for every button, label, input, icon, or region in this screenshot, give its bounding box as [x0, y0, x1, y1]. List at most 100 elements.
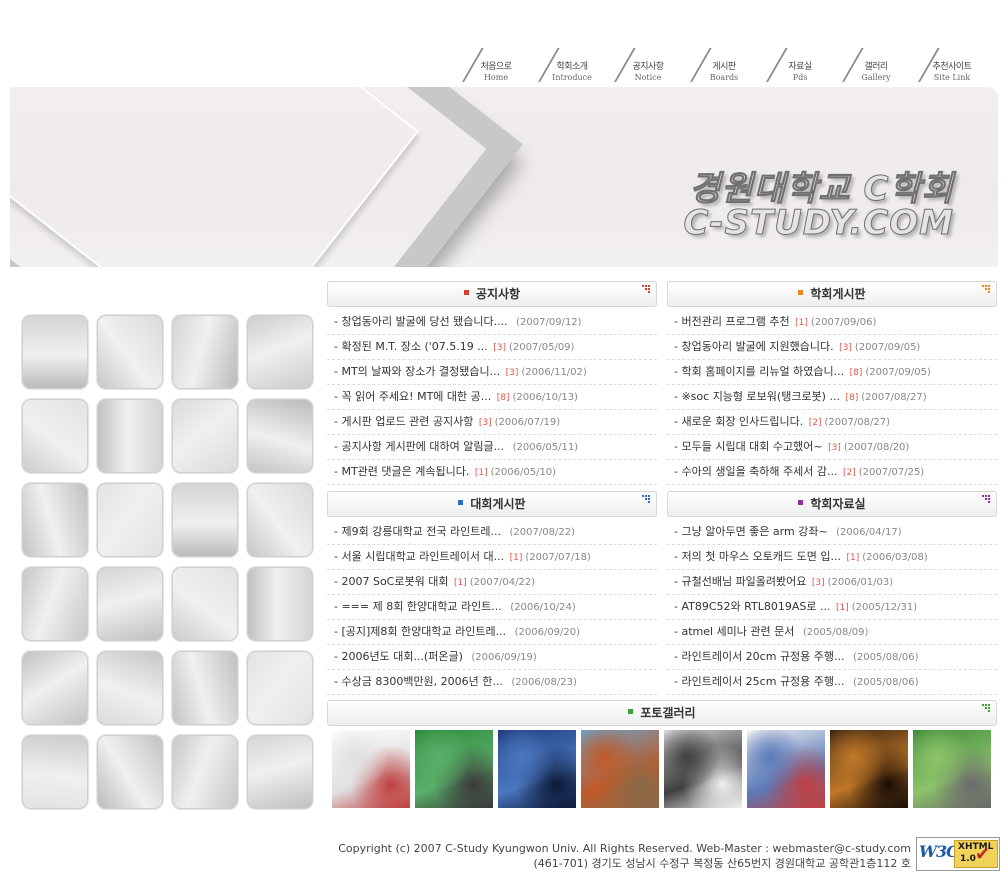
photo-circuit-board[interactable] [415, 730, 493, 808]
notice-board: 공지사항 - 창업동아리 발굴에 당선 됐습니다.... (2007/09/12)… [327, 281, 657, 485]
post-row[interactable]: - 게시판 업로드 관련 공지사항 [3] (2006/07/19) [327, 410, 657, 435]
contest-header[interactable]: 대회게시판 [327, 491, 657, 517]
post-row[interactable]: - 그냥 알아두면 좋은 arm 강좌~ (2006/04/17) [667, 520, 997, 545]
dot [648, 495, 650, 497]
more-icon[interactable] [642, 285, 652, 293]
post-row[interactable]: - 확정된 M.T. 장소 ('07.5.19 ... [3] (2007/05/… [327, 335, 657, 360]
post-row[interactable]: - 규철선배님 파일올려봤어요 [3] (2006/01/03) [667, 570, 997, 595]
comment-count: [1] [795, 318, 808, 328]
post-row[interactable]: - 수아의 생일을 축하해 주세서 감... [2] (2007/07/25) [667, 460, 997, 485]
dot [988, 704, 990, 706]
top-navigation: 처음으로 Home 학회소개 Introduce 공지사항 Notice 게시판 Boards… [458, 46, 998, 86]
post-date: (2006/09/20) [514, 627, 581, 638]
post-row[interactable]: - 새로운 회장 인사드립니다. [2] (2007/08/27) [667, 410, 997, 435]
gallery-header[interactable]: 포토갤러리 [327, 700, 997, 726]
post-row[interactable]: - MT의 날짜와 장소가 결정됐습니... [3] (2006/11/02) [327, 360, 657, 385]
photo-robot-art[interactable] [664, 730, 742, 808]
dot [988, 288, 990, 290]
mosaic-thumbnail [247, 567, 313, 641]
dot [645, 498, 647, 500]
post-row[interactable]: - 모두들 시립대 대회 수고했어~ [3] (2007/08/20) [667, 435, 997, 460]
post-date: (2006/10/24) [510, 602, 576, 613]
post-row[interactable]: - atmel 세미나 관련 문서 (2005/08/09) [667, 620, 997, 645]
nav-item-gallery[interactable]: 갤러리 Gallery [838, 46, 914, 84]
comment-count: [1] [474, 468, 488, 478]
post-row[interactable]: - [공지]제8회 한양대학교 라인트레... (2006/09/20) [327, 620, 657, 645]
nav-item-pds[interactable]: 자료실 Pds [762, 46, 838, 84]
photo-mosaic-grid [22, 315, 318, 815]
nav-item-site-link[interactable]: 추천사이트 Site Link [914, 46, 990, 84]
post-title: 서울 시립대학교 라인트레이서 대... [341, 550, 505, 563]
dot [985, 285, 987, 287]
pds-header[interactable]: 학회자료실 [667, 491, 997, 517]
mosaic-thumbnail [97, 567, 163, 641]
post-date: (2007/05/09) [509, 342, 575, 353]
freeboard-header[interactable]: 학회게시판 [667, 281, 997, 307]
banner-title-domain: C-STUDY.COM [683, 203, 954, 244]
post-row[interactable]: - 학회 홈페이지를 리뉴얼 하였습니... [8] (2007/09/05) [667, 360, 997, 385]
post-row[interactable]: - 라인트레이서 20cm 규정용 주행... (2005/08/06) [667, 645, 997, 670]
post-row[interactable]: - 꼭 읽어 주세요! MT에 대한 공... [8] (2006/10/13) [327, 385, 657, 410]
photo-kaist-sdia[interactable] [498, 730, 576, 808]
nav-item-notice[interactable]: 공지사항 Notice [610, 46, 686, 84]
post-row[interactable]: - 2006년도 대회...(퍼온글) (2006/09/19) [327, 645, 657, 670]
post-row[interactable]: - 제9회 강릉대학교 전국 라인트레... (2007/08/22) [327, 520, 657, 545]
post-row[interactable]: - 저의 첫 마우스 오토캐드 도면 입... [1] (2006/03/08) [667, 545, 997, 570]
post-date: (2006/03/08) [862, 552, 928, 563]
more-icon[interactable] [642, 495, 652, 503]
post-row[interactable]: - AT89C52와 RTL8019AS로 ... [1] (2005/12/31… [667, 595, 997, 620]
more-icon[interactable] [982, 704, 992, 712]
post-row[interactable]: - 창업동아리 발굴에 지원했습니다. [3] (2007/09/05) [667, 335, 997, 360]
comment-count: [2] [843, 468, 856, 478]
dot [982, 285, 984, 287]
post-row[interactable]: - 서울 시립대학교 라인트레이서 대... [1] (2007/07/18) [327, 545, 657, 570]
notice-header[interactable]: 공지사항 [327, 281, 657, 307]
dot [645, 285, 647, 287]
nav-item-boards[interactable]: 게시판 Boards [686, 46, 762, 84]
copyright-text: Copyright (c) 2007 C-Study Kyungwon Univ… [338, 842, 911, 855]
mosaic-thumbnail [247, 651, 313, 725]
bullet-icon [458, 500, 464, 505]
post-row[interactable]: - 공지사항 게시판에 대하여 알림글... (2006/05/11) [327, 435, 657, 460]
more-icon[interactable] [982, 285, 992, 293]
post-row[interactable]: - 수상금 8300백만원, 2006년 한... (2006/08/23) [327, 670, 657, 695]
more-icon[interactable] [982, 495, 992, 503]
post-row[interactable]: - MT관련 댓글은 계속됩니다. [1] (2006/05/10) [327, 460, 657, 485]
photo-document[interactable] [332, 730, 410, 808]
post-row[interactable]: - === 제 8회 한양대학교 라인트... (2006/10/24) [327, 595, 657, 620]
dot [642, 285, 644, 287]
dot [988, 495, 990, 497]
photo-park[interactable] [913, 730, 991, 808]
post-row[interactable]: - 2007 SoC로봇워 대회 [1] (2007/04/22) [327, 570, 657, 595]
nav-item-home[interactable]: 처음으로 Home [458, 46, 534, 84]
dot [985, 704, 987, 706]
dot [988, 501, 990, 503]
nav-label-english: Site Link [933, 73, 971, 82]
mosaic-thumbnail [97, 735, 163, 809]
dot [648, 288, 650, 290]
post-list: - 제9회 강릉대학교 전국 라인트레... (2007/08/22) - 서울 … [327, 520, 657, 695]
mosaic-thumbnail [172, 735, 238, 809]
post-row[interactable]: - 라인트레이서 25cm 규정용 주행... (2005/08/06) [667, 670, 997, 695]
post-title: 창업동아리 발굴에 당선 됐습니다.... [341, 315, 508, 328]
post-date: (2006/08/23) [511, 677, 577, 688]
photo-robot-parts[interactable] [581, 730, 659, 808]
post-list: - 창업동아리 발굴에 당선 됐습니다.... (2007/09/12) - 확정… [327, 310, 657, 485]
mosaic-thumbnail [22, 651, 88, 725]
photo-night-gathering[interactable] [830, 730, 908, 808]
post-title: 수아의 생일을 축하해 주세서 감... [681, 465, 838, 478]
photo-website[interactable] [747, 730, 825, 808]
post-title: 새로운 회장 인사드립니다. [681, 415, 804, 428]
comment-count: [3] [811, 578, 825, 588]
dot [985, 288, 987, 290]
post-title: 2006년도 대회...(퍼온글) [341, 650, 463, 663]
post-date: (2006/09/19) [471, 652, 537, 663]
post-title: atmel 세미나 관련 문서 [681, 625, 795, 638]
w3c-xhtml-badge[interactable]: W3C XHTML 1.0 ✔ [916, 837, 1000, 871]
board-title: 대회게시판 [470, 497, 526, 511]
post-row[interactable]: - 버전관리 프로그램 추천 [1] (2007/09/06) [667, 310, 997, 335]
post-row[interactable]: - 창업동아리 발굴에 당선 됐습니다.... (2007/09/12) [327, 310, 657, 335]
nav-item-introduce[interactable]: 학회소개 Introduce [534, 46, 610, 84]
post-row[interactable]: - ※soc 지능형 로보워(탱크로봇) ... [8] (2007/08/27) [667, 385, 997, 410]
mosaic-thumbnail [172, 315, 238, 389]
